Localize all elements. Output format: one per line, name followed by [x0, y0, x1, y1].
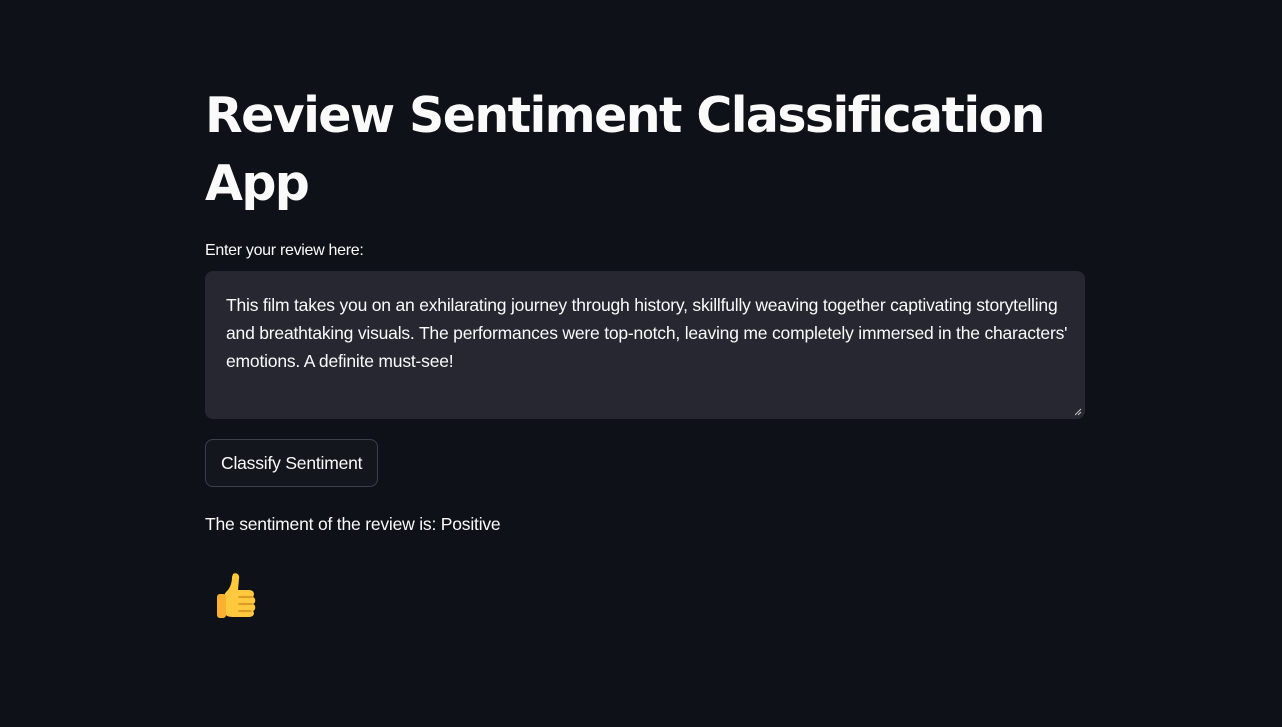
- page-title: Review Sentiment Classification App: [205, 87, 1045, 212]
- review-textarea-container[interactable]: This film takes you on an exhilarating j…: [205, 271, 1085, 419]
- review-input-label: Enter your review here:: [205, 242, 364, 259]
- resize-handle-icon[interactable]: [1074, 408, 1082, 416]
- thumbs-up-icon: [217, 573, 256, 618]
- sentiment-result-text: The sentiment of the review is: Positive: [205, 514, 501, 534]
- classify-sentiment-button[interactable]: Classify Sentiment: [205, 439, 379, 487]
- review-textarea[interactable]: This film takes you on an exhilarating j…: [226, 291, 1071, 375]
